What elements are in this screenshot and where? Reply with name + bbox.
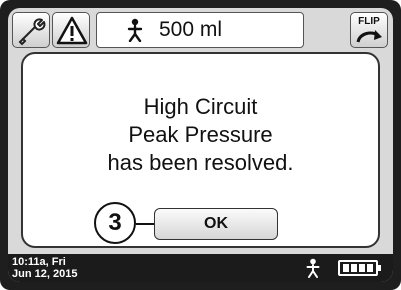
alarm-button[interactable] [52,12,90,48]
alarm-warning-icon [56,16,88,45]
status-bar: 10:11a, Fri Jun 12, 2015 [8,254,393,282]
message-line-1: High Circuit [143,94,258,119]
ventilator-device: 500 ml FLIP High Circuit Peak Pressure h… [0,0,401,290]
time-text: 10:11a, Fri [12,256,66,268]
top-bar: 500 ml FLIP [8,8,393,52]
wrench-icon [18,18,46,46]
date-time: 10:11a, Fri Jun 12, 2015 [12,256,77,280]
display-screen: 500 ml FLIP High Circuit Peak Pressure h… [8,8,393,282]
alarm-resolved-dialog: High Circuit Peak Pressure has been reso… [21,52,380,248]
person-icon [306,258,320,278]
callout-leader-line [136,223,154,225]
message-line-3: has been resolved. [107,150,294,175]
flip-button[interactable]: FLIP [350,12,388,48]
dialog-message: High Circuit Peak Pressure has been reso… [23,93,378,177]
battery-icon [338,260,381,276]
tidal-volume-display: 500 ml [96,12,304,48]
flip-label: FLIP [358,16,380,27]
volume-value: 500 ml [159,18,223,41]
message-line-2: Peak Pressure [128,122,273,147]
tools-button[interactable] [12,12,50,48]
ok-button[interactable]: OK [154,208,278,240]
step-callout: 3 [94,202,136,244]
date-text: Jun 12, 2015 [12,268,78,280]
person-icon [127,18,143,42]
